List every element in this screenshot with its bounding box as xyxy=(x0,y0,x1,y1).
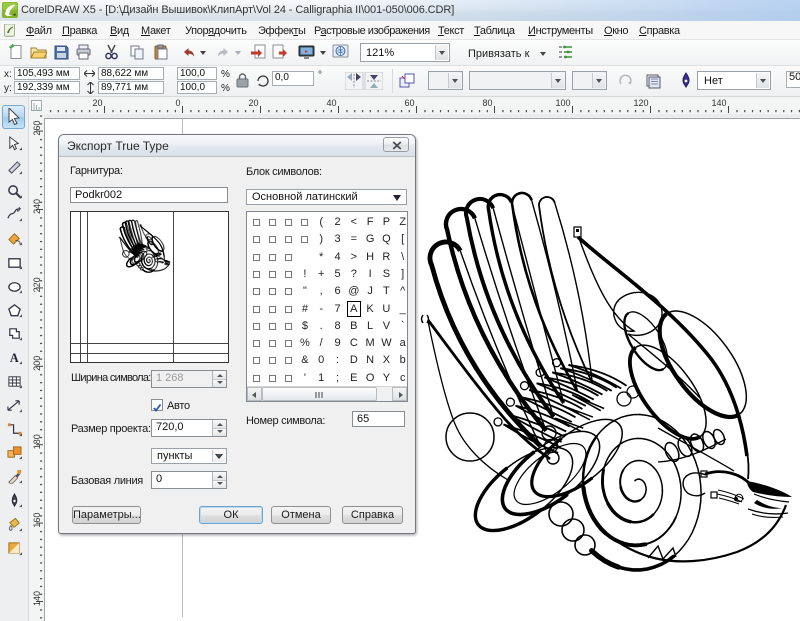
svg-text:40: 40 xyxy=(326,98,336,108)
svg-text:180: 180 xyxy=(32,434,42,449)
svg-text:A: A xyxy=(10,351,19,365)
svg-text:220: 220 xyxy=(32,277,42,292)
svg-text:140: 140 xyxy=(32,591,42,606)
svg-text:20: 20 xyxy=(248,98,258,108)
svg-text:100: 100 xyxy=(555,98,570,108)
svg-text:80: 80 xyxy=(482,98,492,108)
svg-text:140: 140 xyxy=(711,98,726,108)
svg-text:240: 240 xyxy=(32,199,42,214)
svg-text:260: 260 xyxy=(32,121,42,136)
svg-text:200: 200 xyxy=(32,356,42,371)
svg-text:160: 160 xyxy=(32,513,42,528)
svg-text:20: 20 xyxy=(92,98,102,108)
svg-text:120: 120 xyxy=(633,98,648,108)
svg-text:60: 60 xyxy=(404,98,414,108)
svg-text:0: 0 xyxy=(175,98,180,108)
